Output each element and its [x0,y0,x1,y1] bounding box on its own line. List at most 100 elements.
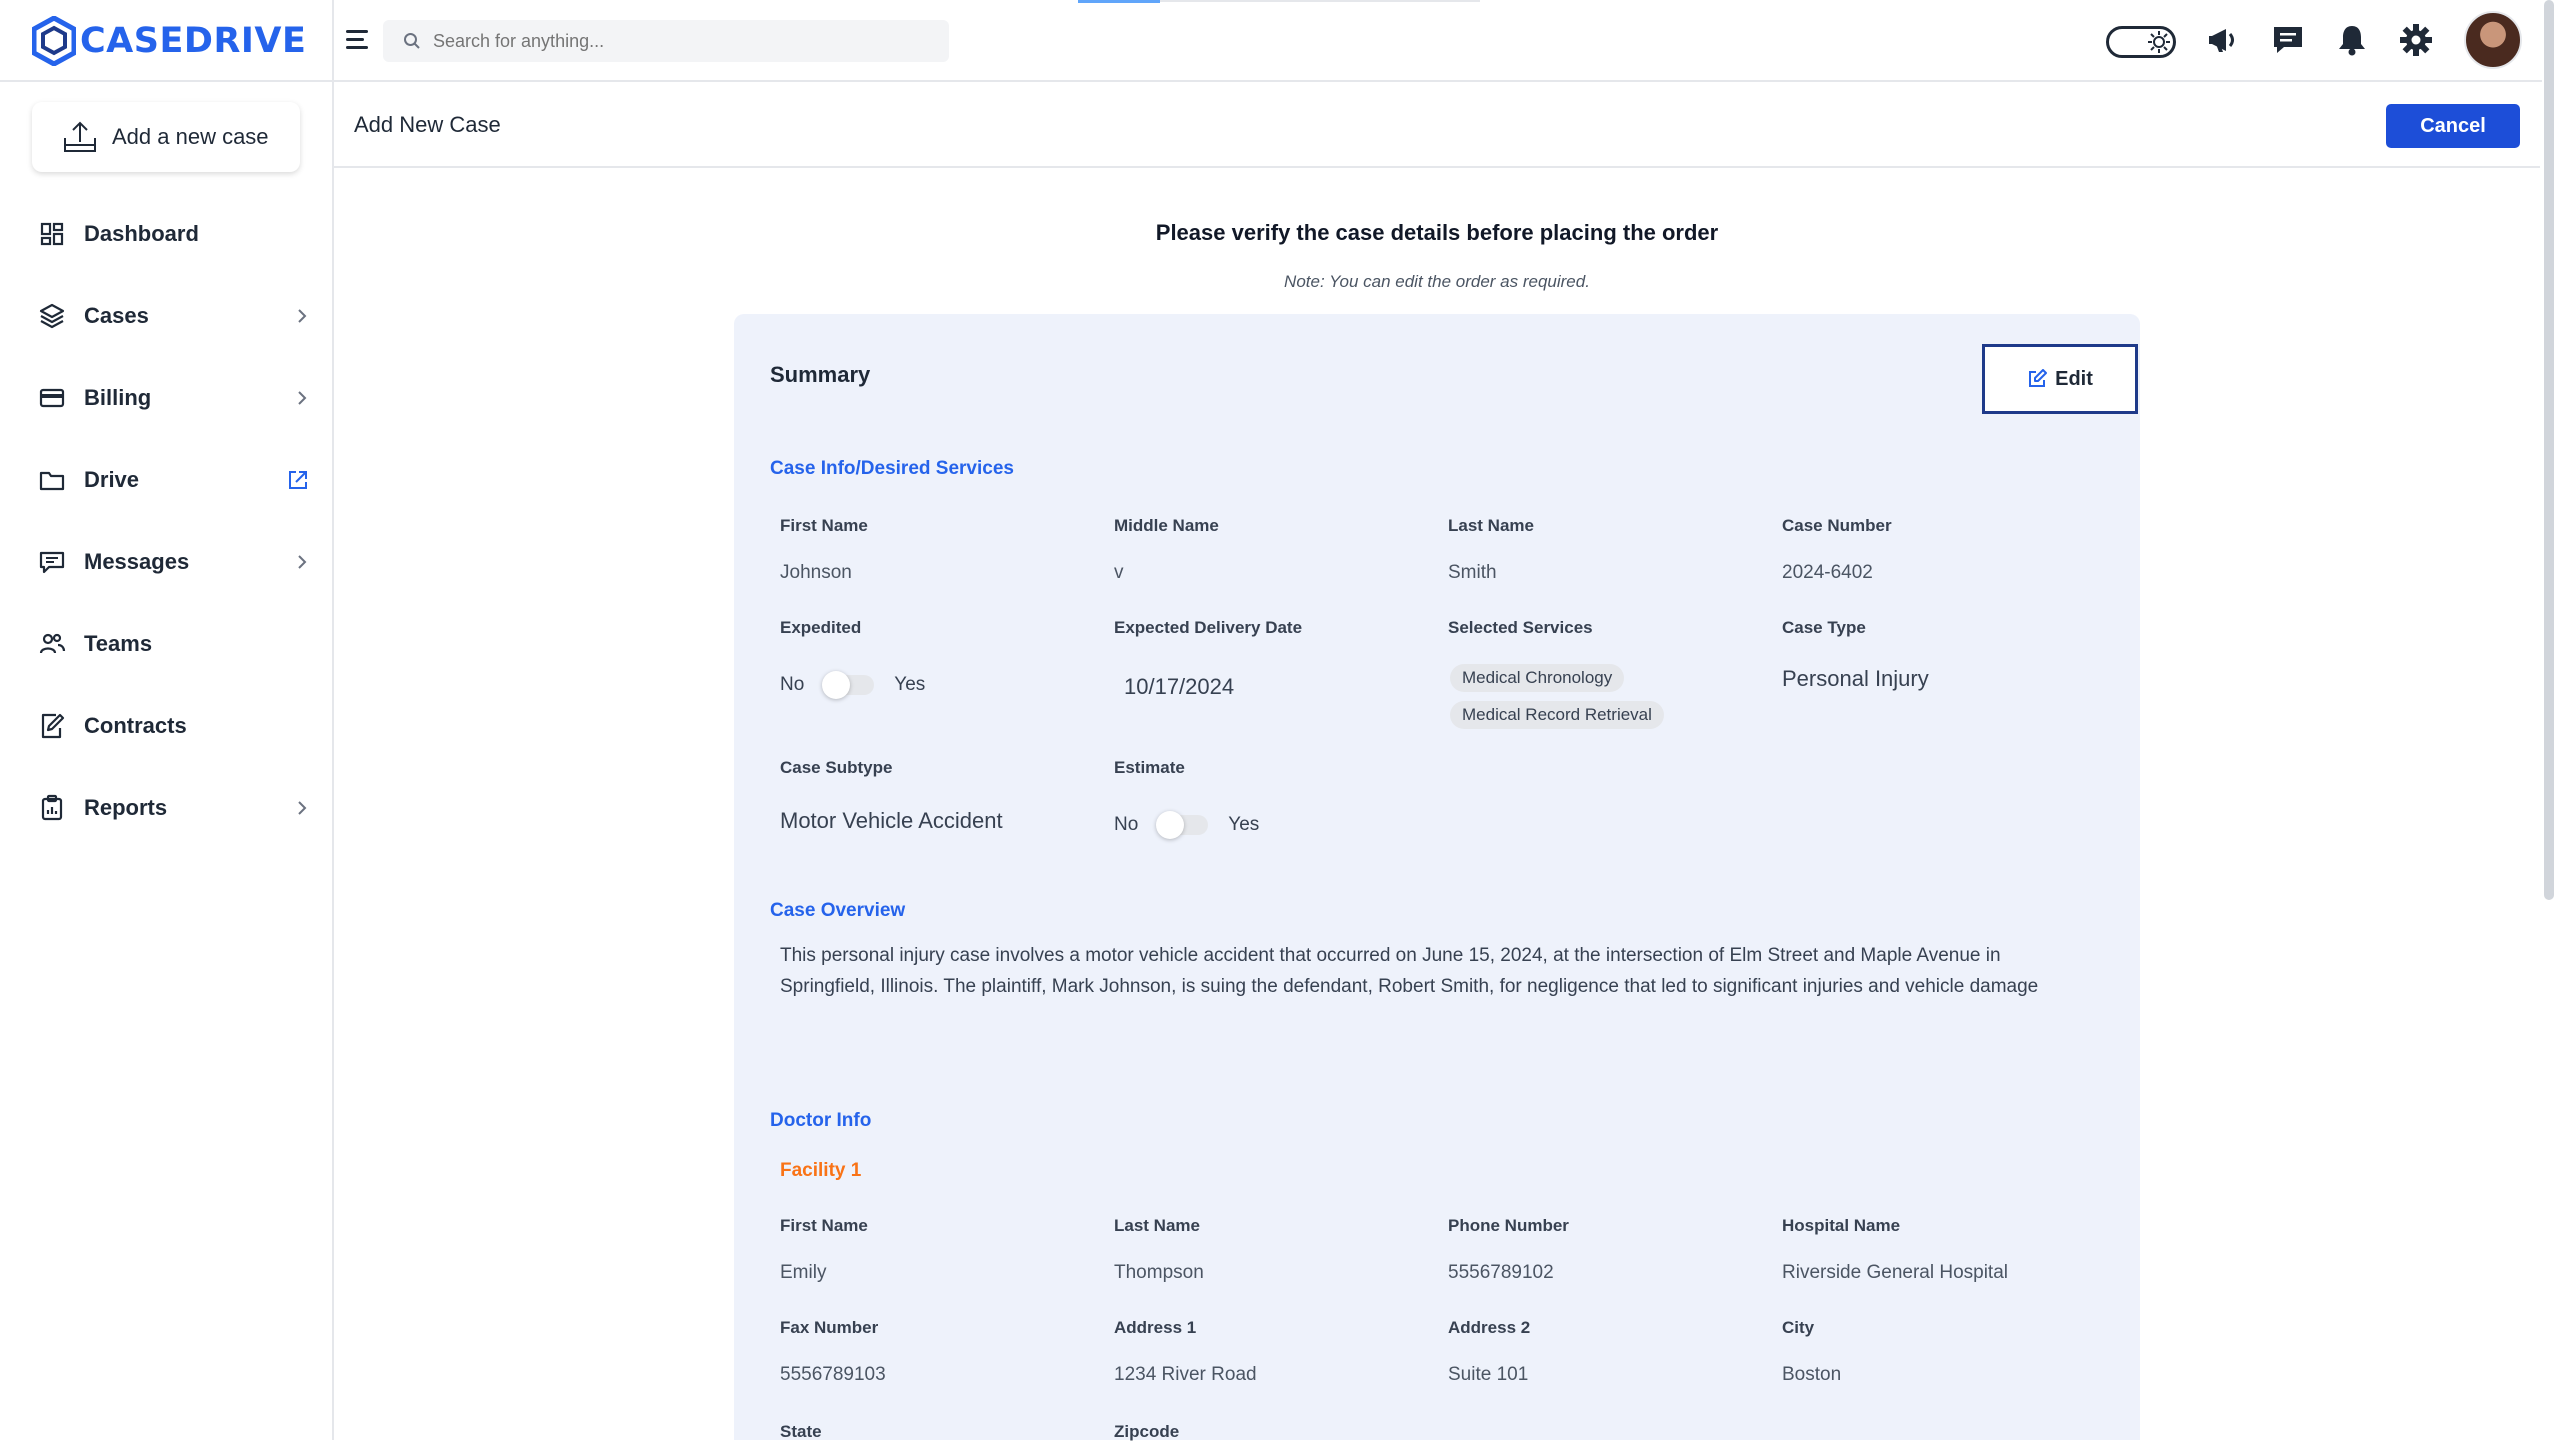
page-header: Add New Case Cancel [334,82,2540,168]
search-icon [404,33,420,49]
doctor-first-name-value: Emily [780,1262,827,1283]
sidebar-item-messages[interactable]: Messages [38,542,310,582]
service-chip: Medical Record Retrieval [1450,701,1664,729]
folder-icon [39,471,65,491]
expedited-toggle-group: No Yes [780,671,926,699]
last-name-label: Last Name [1448,516,1534,535]
state-label: State [780,1422,822,1441]
fax-number-label: Fax Number [780,1318,879,1337]
sidebar-item-label: Dashboard [84,221,199,246]
case-number-label: Case Number [1782,516,1892,535]
case-info-heading: Case Info/Desired Services [770,458,1014,479]
sidebar-item-teams[interactable]: Teams [38,624,310,664]
page-title: Add New Case [354,112,501,137]
address2-label: Address 2 [1448,1318,1531,1337]
gear-icon[interactable] [2398,22,2434,58]
zipcode-label: Zipcode [1114,1422,1180,1441]
chevron-right-icon [298,555,307,569]
expedited-yes-label: Yes [894,674,926,695]
chevron-right-icon [298,801,307,815]
sidebar: Add a new case Dashboard Cases Billing D… [0,82,334,1440]
estimate-label: Estimate [1114,758,1185,777]
layers-icon [39,303,65,329]
edit-icon [2029,369,2048,387]
delivery-date-value: 10/17/2024 [1124,674,1235,699]
case-overview-heading: Case Overview [770,900,906,921]
divider [332,0,334,82]
address2-value: Suite 101 [1448,1364,1529,1385]
doctor-info-heading: Doctor Info [770,1110,872,1131]
sidebar-item-drive[interactable]: Drive [38,460,310,500]
hospital-name-label: Hospital Name [1782,1216,1901,1235]
case-subtype-label: Case Subtype [780,758,893,777]
bell-icon[interactable] [2334,22,2370,58]
megaphone-icon[interactable] [2206,22,2242,58]
sidebar-item-label: Billing [84,385,152,410]
scrollbar-thumb[interactable] [2544,0,2554,900]
expedited-no-label: No [780,674,805,695]
user-avatar[interactable] [2464,11,2522,69]
chevron-right-icon [298,391,307,405]
menu-toggle-icon[interactable] [344,26,372,54]
first-name-value: Johnson [780,562,852,583]
clipboard-icon [41,794,63,821]
service-chip: Medical Chronology [1450,664,1625,692]
brand-name: CASEDRIVE [80,21,307,61]
expedited-toggle[interactable] [822,671,875,699]
case-subtype-value: Motor Vehicle Accident [780,808,1003,833]
sidebar-item-billing[interactable]: Billing [38,378,310,418]
phone-number-label: Phone Number [1448,1216,1569,1235]
upload-icon [64,121,96,152]
estimate-yes-label: Yes [1228,814,1260,835]
edit-label: Edit [2055,367,2093,390]
sidebar-item-label: Drive [84,467,140,492]
sidebar-item-reports[interactable]: Reports [38,788,310,828]
sidebar-item-label: Cases [84,303,149,328]
loading-track [1160,0,1480,2]
sidebar-item-contracts[interactable]: Contracts [38,706,310,746]
address1-label: Address 1 [1114,1318,1197,1337]
cancel-button[interactable]: Cancel [2386,104,2520,148]
verify-note: Note: You can edit the order as required… [1284,272,1590,291]
expedited-label: Expedited [780,618,862,637]
sidebar-item-dashboard[interactable]: Dashboard [38,214,310,254]
brand-logo[interactable]: CASEDRIVE [32,16,306,66]
case-number-value: 2024-6402 [1782,562,1873,583]
sun-icon [2148,31,2170,53]
facility-heading: Facility 1 [780,1160,862,1181]
last-name-value: Smith [1448,562,1497,583]
add-new-case-button[interactable]: Add a new case [32,102,300,172]
city-label: City [1782,1318,1815,1337]
edit-button[interactable]: Edit [1982,344,2138,414]
estimate-toggle-group: No Yes [1114,811,1260,839]
sidebar-item-label: Teams [84,631,153,656]
delivery-date-label: Expected Delivery Date [1114,618,1303,637]
external-link-icon[interactable] [286,468,310,492]
estimate-toggle[interactable] [1156,811,1209,839]
top-bar: CASEDRIVE [0,0,2560,82]
case-type-label: Case Type [1782,618,1866,637]
search-input[interactable] [433,30,913,52]
phone-number-value: 5556789102 [1448,1262,1554,1283]
estimate-no-label: No [1114,814,1139,835]
selected-services-label: Selected Services [1448,618,1593,637]
casedrive-logo-icon [32,16,76,66]
add-new-case-label: Add a new case [112,124,269,149]
middle-name-value: v [1114,562,1124,583]
doctor-first-name-label: First Name [780,1216,868,1235]
sidebar-item-label: Contracts [84,713,187,738]
case-type-value: Personal Injury [1782,666,1929,691]
summary-card: Summary Edit Case Info/Desired Services … [734,314,2140,1441]
case-overview-text: This personal injury case involves a mot… [780,945,2039,997]
search-bar[interactable] [383,20,949,62]
address1-value: 1234 River Road [1114,1364,1257,1385]
sidebar-item-label: Messages [84,549,190,574]
chat-icon[interactable] [2270,22,2306,58]
summary-title: Summary [770,362,871,387]
sidebar-item-label: Reports [84,795,168,820]
hospital-name-value: Riverside General Hospital [1782,1262,2008,1283]
doctor-last-name-value: Thompson [1114,1262,1204,1283]
doctor-last-name-label: Last Name [1114,1216,1200,1235]
theme-toggle[interactable] [2106,26,2176,58]
sidebar-item-cases[interactable]: Cases [38,296,310,336]
